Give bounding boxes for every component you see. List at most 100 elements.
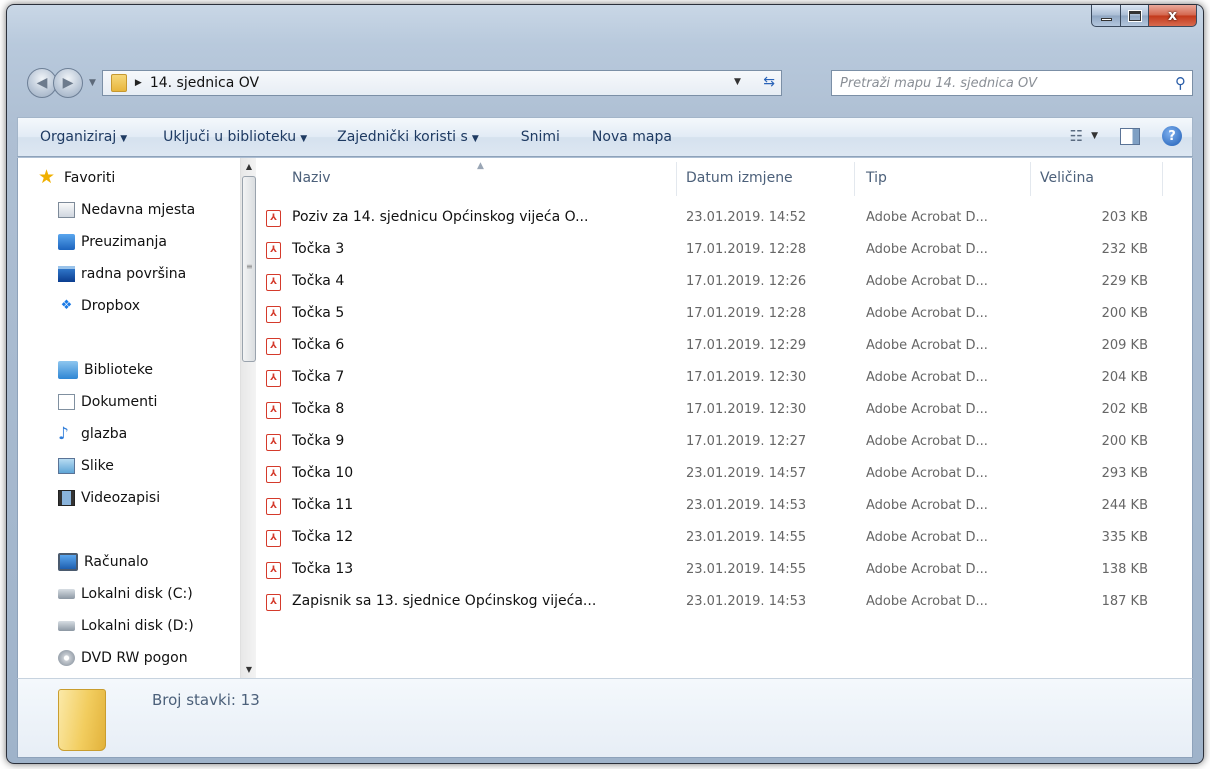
- column-date-modified[interactable]: Datum izmjene: [686, 170, 793, 186]
- sidebar-item-dvd-drive[interactable]: DVD RW pogon: [58, 644, 188, 672]
- sidebar-item-label: Preuzimanja: [81, 234, 167, 250]
- sidebar-item-label: Dropbox: [81, 298, 140, 314]
- file-name: Točka 9: [292, 433, 345, 449]
- search-input[interactable]: Pretraži mapu 14. sjednica OV ⚲: [831, 70, 1193, 96]
- column-divider[interactable]: [676, 162, 677, 196]
- file-type: Adobe Acrobat D...: [866, 338, 988, 353]
- scroll-up-icon[interactable]: ▲: [241, 158, 256, 175]
- file-type: Adobe Acrobat D...: [866, 370, 988, 385]
- column-divider[interactable]: [1162, 162, 1163, 196]
- table-row[interactable]: ⅄ Točka 9 17.01.2019. 12:27 Adobe Acrobat D…: [258, 428, 1192, 456]
- navigation-scrollbar[interactable]: ▲ ≡ ▼: [240, 158, 256, 678]
- address-bar[interactable]: ▶ 14. sjednica OV ▼ ⇆: [101, 70, 782, 96]
- new-folder-button[interactable]: Nova mapa: [592, 129, 672, 145]
- folder-icon: [110, 74, 127, 92]
- file-size: 335 KB: [1101, 530, 1148, 545]
- share-with-menu[interactable]: Zajednički koristi s ▼: [337, 129, 479, 145]
- column-type[interactable]: Tip: [866, 170, 887, 186]
- column-name[interactable]: Naziv: [292, 170, 331, 186]
- preview-pane-icon[interactable]: [1120, 127, 1140, 145]
- table-row[interactable]: ⅄ Točka 10 23.01.2019. 14:57 Adobe Acrobat …: [258, 460, 1192, 488]
- chevron-down-icon: ▼: [120, 134, 128, 144]
- scroll-down-icon[interactable]: ▼: [241, 661, 256, 678]
- sidebar-item-local-disk-d[interactable]: Lokalni disk (D:): [58, 612, 194, 640]
- pdf-file-icon: ⅄: [266, 466, 281, 483]
- sidebar-item-pictures[interactable]: Slike: [58, 452, 114, 480]
- sidebar-item-computer[interactable]: Računalo: [58, 548, 148, 576]
- breadcrumb-current-folder[interactable]: 14. sjednica OV: [150, 75, 259, 91]
- column-size[interactable]: Veličina: [1040, 170, 1094, 186]
- file-name: Točka 10: [292, 465, 354, 481]
- maximize-button[interactable]: [1121, 5, 1149, 27]
- breadcrumb-arrow-icon[interactable]: ▶: [135, 78, 142, 88]
- sidebar-item-downloads[interactable]: Preuzimanja: [58, 228, 167, 256]
- libraries-icon: [58, 361, 78, 379]
- sidebar-item-local-disk-c[interactable]: Lokalni disk (C:): [58, 580, 193, 608]
- recent-pages-dropdown-icon[interactable]: ▼: [89, 78, 96, 88]
- computer-icon: [58, 553, 78, 571]
- column-divider[interactable]: [854, 162, 855, 196]
- table-row[interactable]: ⅄ Točka 4 17.01.2019. 12:26 Adobe Acrobat D…: [258, 268, 1192, 296]
- minimize-button[interactable]: [1091, 5, 1121, 27]
- sidebar-item-libraries[interactable]: Biblioteke: [58, 356, 153, 384]
- sidebar-item-label: Lokalni disk (D:): [81, 618, 194, 634]
- file-size: 187 KB: [1101, 594, 1148, 609]
- chevron-down-icon: ▼: [300, 134, 308, 144]
- sidebar-item-desktop[interactable]: radna površina: [58, 260, 186, 288]
- desktop-icon: [58, 266, 75, 282]
- sidebar-item-videos[interactable]: Videozapisi: [58, 484, 160, 512]
- table-row[interactable]: ⅄ Poziv za 14. sjednicu Općinskog vijeća …: [258, 204, 1192, 232]
- address-dropdown-icon[interactable]: ▼: [734, 77, 741, 87]
- change-view-icon[interactable]: ☷: [1070, 127, 1083, 145]
- search-icon[interactable]: ⚲: [1175, 74, 1186, 92]
- file-name: Zapisnik sa 13. sjednice Općinskog vijeć…: [292, 593, 597, 609]
- file-date-modified: 23.01.2019. 14:57: [686, 466, 807, 481]
- file-size: 138 KB: [1101, 562, 1148, 577]
- table-row[interactable]: ⅄ Točka 13 23.01.2019. 14:55 Adobe Acrobat …: [258, 556, 1192, 584]
- sidebar-item-dropbox[interactable]: ❖ Dropbox: [58, 292, 140, 320]
- burn-button[interactable]: Snimi: [521, 129, 560, 145]
- refresh-icon[interactable]: ⇆: [763, 74, 775, 90]
- include-in-library-menu[interactable]: Uključi u biblioteku ▼: [163, 129, 307, 145]
- file-date-modified: 17.01.2019. 12:28: [686, 306, 807, 321]
- table-row[interactable]: ⅄ Točka 6 17.01.2019. 12:29 Adobe Acrobat D…: [258, 332, 1192, 360]
- table-row[interactable]: ⅄ Točka 11 23.01.2019. 14:53 Adobe Acrobat …: [258, 492, 1192, 520]
- pdf-file-icon: ⅄: [266, 242, 281, 259]
- sidebar-item-label: Nedavna mjesta: [81, 202, 196, 218]
- column-divider[interactable]: [1030, 162, 1031, 196]
- sidebar-item-recent-places[interactable]: Nedavna mjesta: [58, 196, 195, 224]
- sidebar-item-label: Lokalni disk (C:): [81, 586, 193, 602]
- table-row[interactable]: ⅄ Točka 7 17.01.2019. 12:30 Adobe Acrobat D…: [258, 364, 1192, 392]
- file-size: 244 KB: [1101, 498, 1148, 513]
- table-row[interactable]: ⅄ Točka 5 17.01.2019. 12:28 Adobe Acrobat D…: [258, 300, 1192, 328]
- view-options-dropdown-icon[interactable]: ▼: [1091, 131, 1098, 141]
- file-type: Adobe Acrobat D...: [866, 530, 988, 545]
- file-type: Adobe Acrobat D...: [866, 498, 988, 513]
- file-size: 203 KB: [1101, 210, 1148, 225]
- file-date-modified: 17.01.2019. 12:28: [686, 242, 807, 257]
- file-type: Adobe Acrobat D...: [866, 402, 988, 417]
- table-row[interactable]: ⅄ Točka 3 17.01.2019. 12:28 Adobe Acrobat D…: [258, 236, 1192, 264]
- pdf-file-icon: ⅄: [266, 402, 281, 419]
- sidebar-item-favorites[interactable]: ★ Favoriti: [38, 164, 115, 192]
- sidebar-item-label: radna površina: [81, 266, 187, 282]
- sidebar-item-music[interactable]: ♪ glazba: [58, 420, 127, 448]
- sidebar-item-label: Videozapisi: [81, 490, 161, 506]
- folder-icon: [58, 689, 106, 751]
- close-button[interactable]: x: [1149, 5, 1197, 27]
- table-row[interactable]: ⅄ Točka 12 23.01.2019. 14:55 Adobe Acrobat …: [258, 524, 1192, 552]
- forward-button[interactable]: ▶: [53, 68, 83, 98]
- organize-menu[interactable]: Organiziraj ▼: [40, 129, 127, 145]
- sidebar-item-label: glazba: [81, 426, 128, 442]
- file-size: 202 KB: [1101, 402, 1148, 417]
- scrollbar-thumb[interactable]: ≡: [242, 176, 256, 362]
- file-type: Adobe Acrobat D...: [866, 594, 988, 609]
- file-date-modified: 17.01.2019. 12:26: [686, 274, 807, 289]
- help-icon[interactable]: ?: [1162, 126, 1182, 146]
- table-row[interactable]: ⅄ Točka 8 17.01.2019. 12:30 Adobe Acrobat D…: [258, 396, 1192, 424]
- sidebar-item-label: Favoriti: [64, 170, 116, 186]
- include-in-library-label: Uključi u biblioteku: [163, 129, 297, 145]
- dvd-drive-icon: [58, 650, 75, 666]
- table-row[interactable]: ⅄ Zapisnik sa 13. sjednice Općinskog vije…: [258, 588, 1192, 616]
- sidebar-item-documents[interactable]: Dokumenti: [58, 388, 157, 416]
